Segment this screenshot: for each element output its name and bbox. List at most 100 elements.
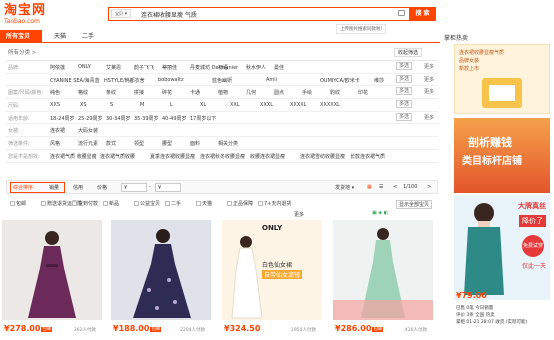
checkbox-icon[interactable] <box>196 201 201 206</box>
more-button[interactable]: 更多 <box>424 63 434 70</box>
attribute-value[interactable]: 长款连衣裙气质 <box>350 153 385 160</box>
filter-checkbox[interactable]: 二手 <box>165 200 181 207</box>
camera-icon[interactable] <box>398 10 405 16</box>
attribute-value[interactable]: 35-39周岁 <box>134 115 159 122</box>
attribute-value[interactable]: 25-29周岁 <box>78 115 103 122</box>
checkbox-icon[interactable] <box>227 201 232 206</box>
more-button[interactable]: 更多 <box>424 114 434 121</box>
product-tool-icons[interactable]: ▣ ◈ ◐ <box>372 210 388 216</box>
attribute-value[interactable]: 初语 <box>218 64 228 71</box>
attribute-value[interactable]: 40-49周岁 <box>162 115 187 122</box>
filter-checkbox[interactable]: 新品 <box>103 200 119 207</box>
more-button[interactable]: 更多 <box>424 76 434 83</box>
attribute-value[interactable]: 条纹 <box>106 89 116 96</box>
breadcrumb[interactable]: 所有分类 > <box>8 48 36 56</box>
attribute-value[interactable]: ONLY <box>78 64 91 70</box>
attribute-value[interactable]: 蓝色幽妍 <box>212 77 232 84</box>
ship-from-select[interactable]: 发货地 ▾ <box>335 184 354 191</box>
attribute-value[interactable]: XXL <box>230 102 240 108</box>
attribute-value[interactable]: 纯色 <box>50 89 60 96</box>
product-card[interactable]: ONLY 白色仙女裙 自带仙女滤镜 ¥324.50 1950人付款 <box>222 220 322 335</box>
attribute-value[interactable]: 格纹 <box>78 89 88 96</box>
attribute-value[interactable]: XXS <box>50 102 60 108</box>
multi-select-button[interactable]: 多选 <box>395 62 412 70</box>
attribute-value[interactable]: 丹麦城坊 Dermunier <box>190 64 238 71</box>
attribute-value[interactable]: 几何 <box>246 89 256 96</box>
attribute-value[interactable]: 收腰连衣裙显瘦 <box>250 153 285 160</box>
checkbox-icon[interactable] <box>165 201 170 206</box>
attribute-value[interactable]: 植物 <box>218 89 228 96</box>
multi-select-button[interactable]: 多选 <box>395 112 412 121</box>
product-image[interactable] <box>111 220 211 320</box>
search-category-select[interactable]: 宝贝 ▾ <box>111 9 132 18</box>
attribute-value[interactable]: 拼接 <box>134 89 144 96</box>
attribute-value[interactable]: OUMIYCA/欧米卡 <box>320 77 360 84</box>
attribute-value[interactable]: 豹纹 <box>330 89 340 96</box>
filter-checkbox[interactable]: 货到付款 <box>72 200 98 207</box>
sidebar-ad-1[interactable]: 连衣裙收腰显瘦气质 品牌女装 新款上市 <box>454 44 550 114</box>
multi-select-button[interactable]: 多选 <box>395 87 412 96</box>
sort-default[interactable]: 综合排序 <box>13 184 33 191</box>
next-page-button[interactable]: > <box>427 184 431 190</box>
attribute-value[interactable]: XXXXXL <box>320 102 340 108</box>
list-view-icon[interactable]: ☰ <box>379 184 383 190</box>
product-card[interactable]: ¥278.00 包邮 262人付款 <box>2 220 102 335</box>
attribute-value[interactable]: 连衣裙 <box>50 127 65 134</box>
attribute-value[interactable]: Amii <box>266 77 277 83</box>
attribute-value[interactable]: 款式 <box>106 140 116 147</box>
filter-checkbox[interactable]: 7+天内退货 <box>258 200 291 207</box>
checkbox-icon[interactable] <box>258 201 263 206</box>
more-button[interactable]: 更多 <box>424 88 434 95</box>
attribute-value[interactable]: 面料 <box>190 140 200 147</box>
attribute-value[interactable]: 碎花 <box>162 89 172 96</box>
search-button[interactable]: 搜 索 <box>409 7 436 21</box>
sort-price[interactable]: 价格 <box>97 184 107 191</box>
filter-checkbox[interactable]: 包邮 <box>10 200 26 207</box>
filter-checkbox[interactable]: 正品保障 <box>227 200 253 207</box>
show-all-button[interactable]: 显示全部宝贝 <box>395 200 432 209</box>
attribute-value[interactable]: XS <box>80 102 87 108</box>
attribute-value[interactable]: HSTYLE/韩都衣舍 <box>104 77 145 84</box>
checkbox-icon[interactable] <box>134 201 139 206</box>
attribute-value[interactable]: 阿依莲 <box>50 64 65 71</box>
attribute-value[interactable]: 领型 <box>134 140 144 147</box>
checkbox-icon[interactable] <box>41 201 46 206</box>
attribute-value[interactable]: bobowaltz <box>158 77 184 83</box>
search-input[interactable]: 连衣裙收腰显瘦 气质 <box>141 10 197 19</box>
checkbox-icon[interactable] <box>103 201 108 206</box>
checkbox-icon[interactable] <box>72 201 77 206</box>
attribute-value[interactable]: 印花 <box>358 89 368 96</box>
attribute-value[interactable]: L <box>170 102 173 108</box>
attribute-value[interactable]: 蒂丽佳 <box>162 64 177 71</box>
product-card[interactable]: ¥286.00 包邮 426人付款 <box>333 220 433 335</box>
attribute-value[interactable]: XXXXL <box>290 102 307 108</box>
multi-select-button[interactable]: 多选 <box>395 100 412 109</box>
attribute-value[interactable]: XL <box>200 102 206 108</box>
price-max-input[interactable]: ¥ <box>155 183 181 192</box>
attribute-value[interactable]: 风格 <box>50 140 60 147</box>
attribute-value[interactable]: 连衣裙秋冬收腰显瘦 <box>200 153 245 160</box>
collapse-filter-button[interactable]: 收起筛选 <box>394 48 423 57</box>
attribute-value[interactable]: 秋水伊人 <box>246 64 266 71</box>
attribute-value[interactable]: 30-34周岁 <box>106 115 131 122</box>
attribute-value[interactable]: 曼佳 <box>274 64 284 71</box>
filter-checkbox[interactable]: 天猫 <box>196 200 212 207</box>
prev-page-button[interactable]: < <box>393 184 397 190</box>
search-box[interactable]: 宝贝 ▾ 连衣裙收腰显瘦 气质 <box>108 7 410 21</box>
attribute-value[interactable]: 维莎 <box>374 77 384 84</box>
tab-tmall[interactable]: 天猫 <box>48 30 72 43</box>
product-image[interactable] <box>2 220 102 320</box>
price-min-input[interactable]: ¥ <box>121 183 147 192</box>
attribute-value[interactable]: 连衣裙气质收腰 <box>100 153 135 160</box>
filter-checkbox[interactable]: 公益宝贝 <box>134 200 160 207</box>
filter-more[interactable]: 更多 <box>294 211 304 218</box>
tab-secondhand[interactable]: 二手 <box>76 30 100 43</box>
attribute-value[interactable]: 连衣裙气质 收腰显瘦 <box>50 153 97 160</box>
attribute-value[interactable]: 韵子飞飞 <box>134 64 154 71</box>
product-card[interactable]: ¥188.00 包邮 2204人付款 <box>111 220 211 335</box>
attribute-value[interactable]: 腰型 <box>162 140 172 147</box>
tab-all[interactable]: 所有宝贝 <box>0 30 42 43</box>
attribute-value[interactable]: 圆点 <box>274 89 284 96</box>
sidebar-ad-3[interactable]: 大牌真丝 降价了 免费试穿 仅此一天 <box>454 195 550 300</box>
attribute-value[interactable]: 18-24周岁 <box>50 115 75 122</box>
